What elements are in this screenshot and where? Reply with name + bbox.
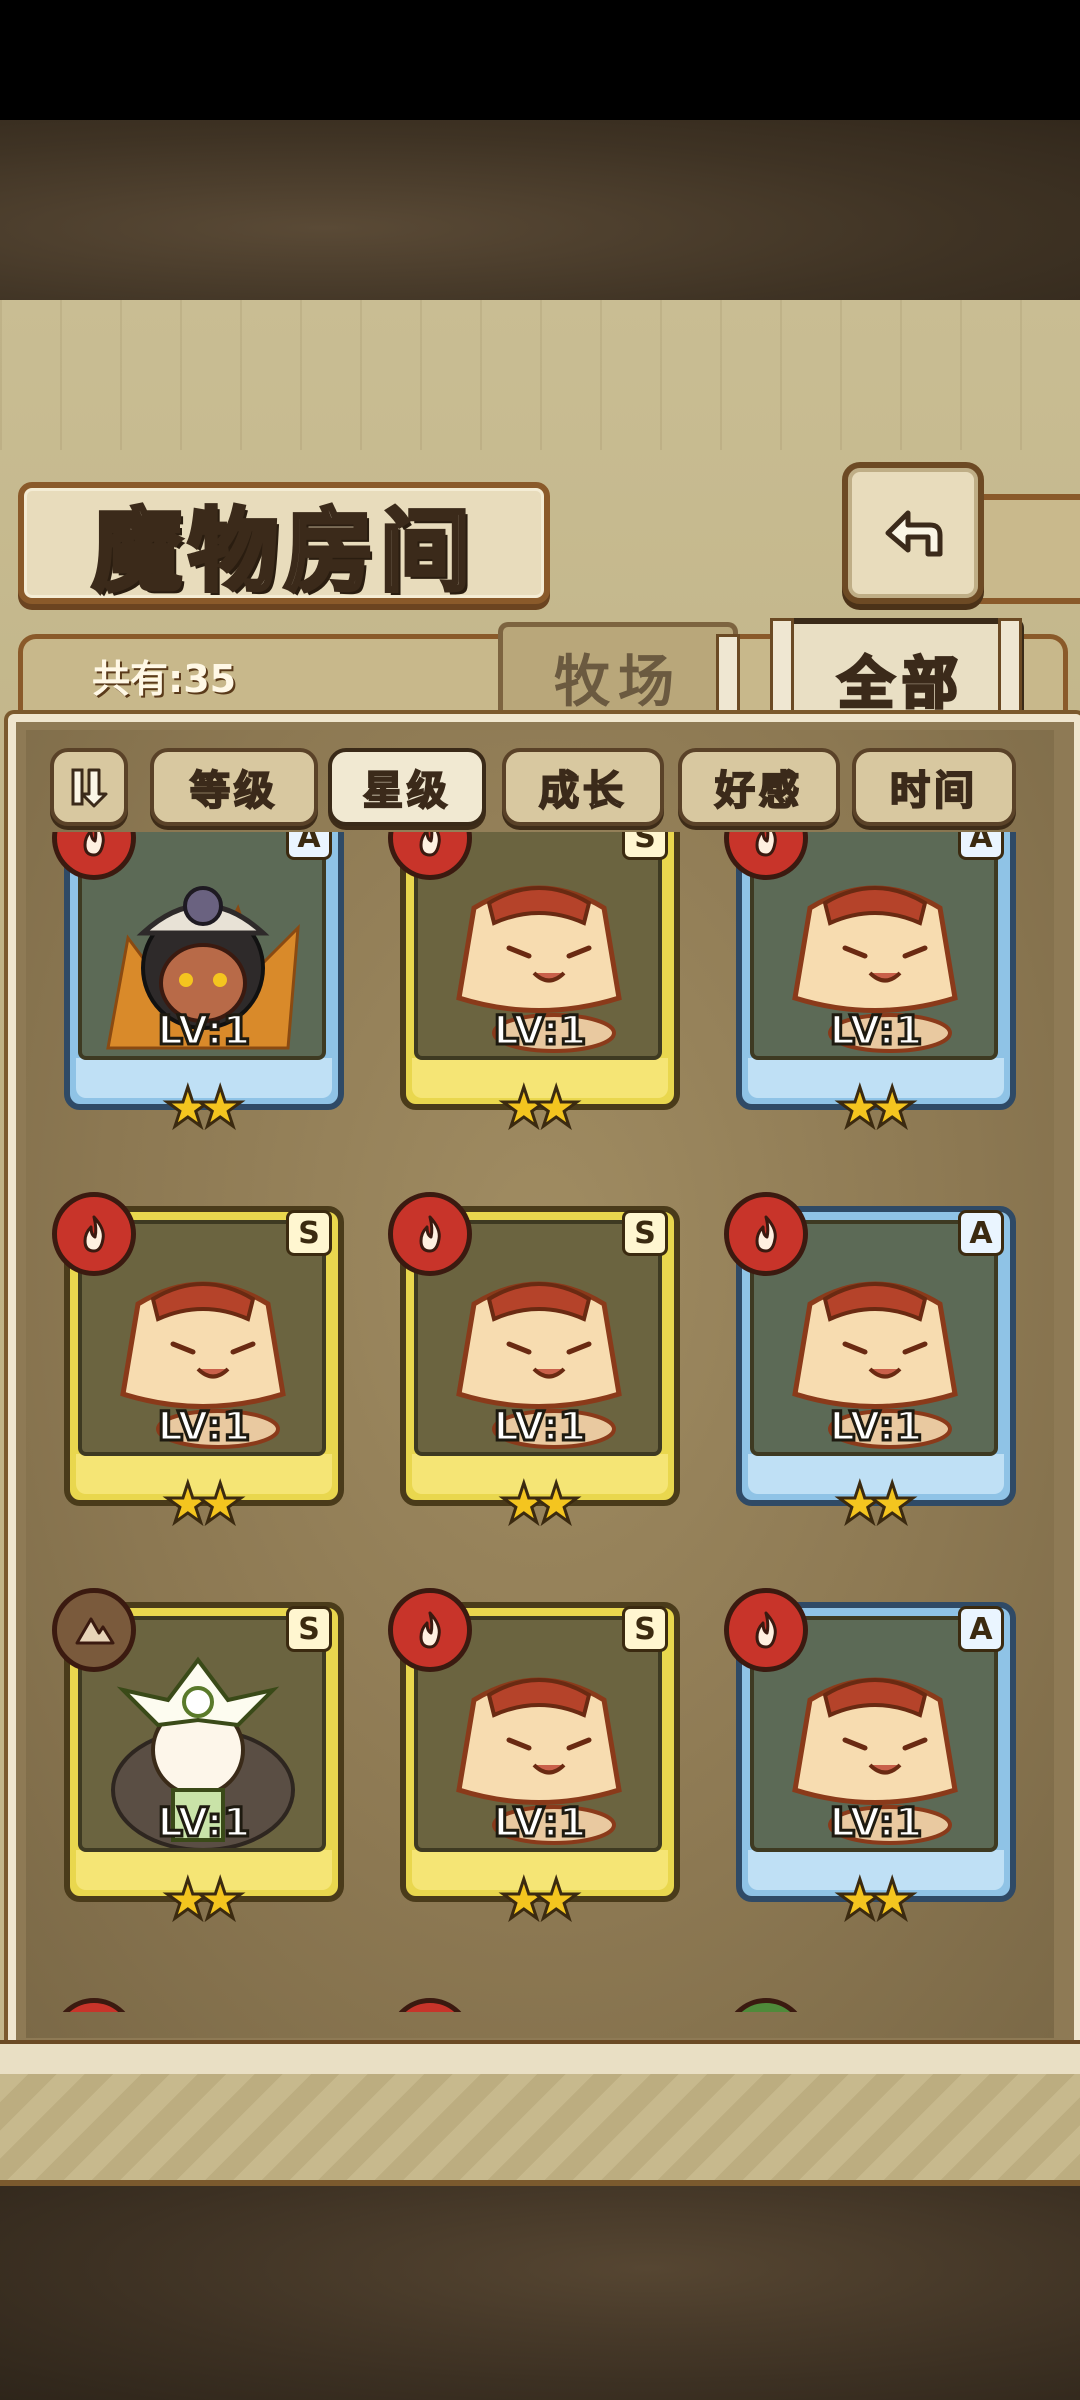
filter-stars[interactable]: 星级 [328,748,486,826]
star-rating: ★ ★ [826,1868,926,1931]
fire-element-icon [755,832,777,857]
page-title: 魔物房间 [90,497,476,606]
map-background-top [0,120,1080,300]
rank-badge: A [958,1210,1004,1256]
rank-badge: S [286,1210,332,1256]
monster-card[interactable]: S LV:1 ★ ★ [388,1588,680,1929]
monster-grid: A LV:1 ★ ★ S LV:1 ★ ★ A LV:1 ★ ★ S LV:1 ★ ★ S LV:1 ★ ★ A LV:1… [36,832,1046,2012]
sort-order-button[interactable] [50,748,128,826]
star-rating: ★ ★ [154,1868,254,1931]
fire-element-icon [419,1611,441,1649]
level-label: LV:1 [492,1799,588,1848]
monster-card[interactable]: A LV:1 ★ ★ [724,1588,1016,1929]
rank-badge: S [622,1606,668,1652]
level-label: LV:1 [828,1007,924,1056]
star-rating: ★ ★ [154,1472,254,1535]
star-icon: ★ [530,1076,581,1139]
monster-card[interactable]: S LV:1 ★ ★ [388,832,680,1137]
next-row-badge [52,1998,136,2012]
monster-card[interactable]: A LV:1 ★ ★ [724,1192,1016,1533]
fire-element-icon [419,1215,441,1253]
fire-element-icon [83,1215,105,1253]
monster-card[interactable]: S LV:1 ★ ★ [388,1192,680,1533]
fire-element-icon [755,1215,777,1253]
star-icon: ★ [866,1868,917,1931]
element-badge [388,1588,472,1672]
element-badge [388,1192,472,1276]
element-badge [52,1588,136,1672]
fire-element-icon [83,832,105,857]
monster-card[interactable]: S LV:1 ★ ★ [52,1588,344,1929]
level-label: LV:1 [156,1799,252,1848]
star-icon: ★ [866,1472,917,1535]
star-icon: ★ [530,1868,581,1931]
status-bar [0,0,1080,120]
star-rating: ★ ★ [490,1868,590,1931]
monster-card[interactable]: A LV:1 ★ ★ [52,832,344,1137]
rank-badge: S [286,1606,332,1652]
level-label: LV:1 [492,1007,588,1056]
star-icon: ★ [194,1472,245,1535]
filter-time[interactable]: 时间 [852,748,1016,826]
earth-element-icon [75,1617,115,1645]
filter-level[interactable]: 等级 [150,748,318,826]
decor-strip [0,2074,1080,2186]
fire-element-icon [755,1611,777,1649]
level-label: LV:1 [492,1403,588,1452]
rank-badge: S [622,832,668,860]
rank-badge: S [622,1210,668,1256]
level-label: LV:1 [828,1403,924,1452]
next-row-badge [388,1998,472,2012]
star-icon: ★ [866,1076,917,1139]
star-icon: ★ [530,1472,581,1535]
level-label: LV:1 [156,1007,252,1056]
tab-ranch[interactable]: 牧场 [498,622,738,727]
title-plate: 魔物房间 [18,482,550,606]
element-badge [724,1588,808,1672]
sort-icon [71,768,108,808]
star-icon: ★ [194,1076,245,1139]
back-arrow-icon [885,510,943,557]
star-rating: ★ ★ [826,1076,926,1139]
filter-affection[interactable]: 好感 [678,748,840,826]
star-rating: ★ ★ [490,1076,590,1139]
rank-badge: A [958,1606,1004,1652]
level-label: LV:1 [828,1799,924,1848]
star-rating: ★ ★ [490,1472,590,1535]
next-row-badge [724,1998,808,2012]
rank-badge: A [286,832,332,860]
star-icon: ★ [194,1868,245,1931]
rank-badge: A [958,832,1004,860]
star-rating: ★ ★ [154,1076,254,1139]
star-rating: ★ ★ [826,1472,926,1535]
fire-element-icon [419,832,441,857]
monster-count: 共有:35 [92,657,237,701]
monster-card[interactable]: A LV:1 ★ ★ [724,832,1016,1137]
panel-footer-rail [0,2040,1080,2078]
monster-card[interactable]: S LV:1 ★ ★ [52,1192,344,1533]
back-button[interactable] [842,462,984,604]
filter-growth[interactable]: 成长 [502,748,664,826]
element-badge [724,1192,808,1276]
level-label: LV:1 [156,1403,252,1452]
element-badge [52,1192,136,1276]
map-background-bottom [0,2180,1080,2400]
